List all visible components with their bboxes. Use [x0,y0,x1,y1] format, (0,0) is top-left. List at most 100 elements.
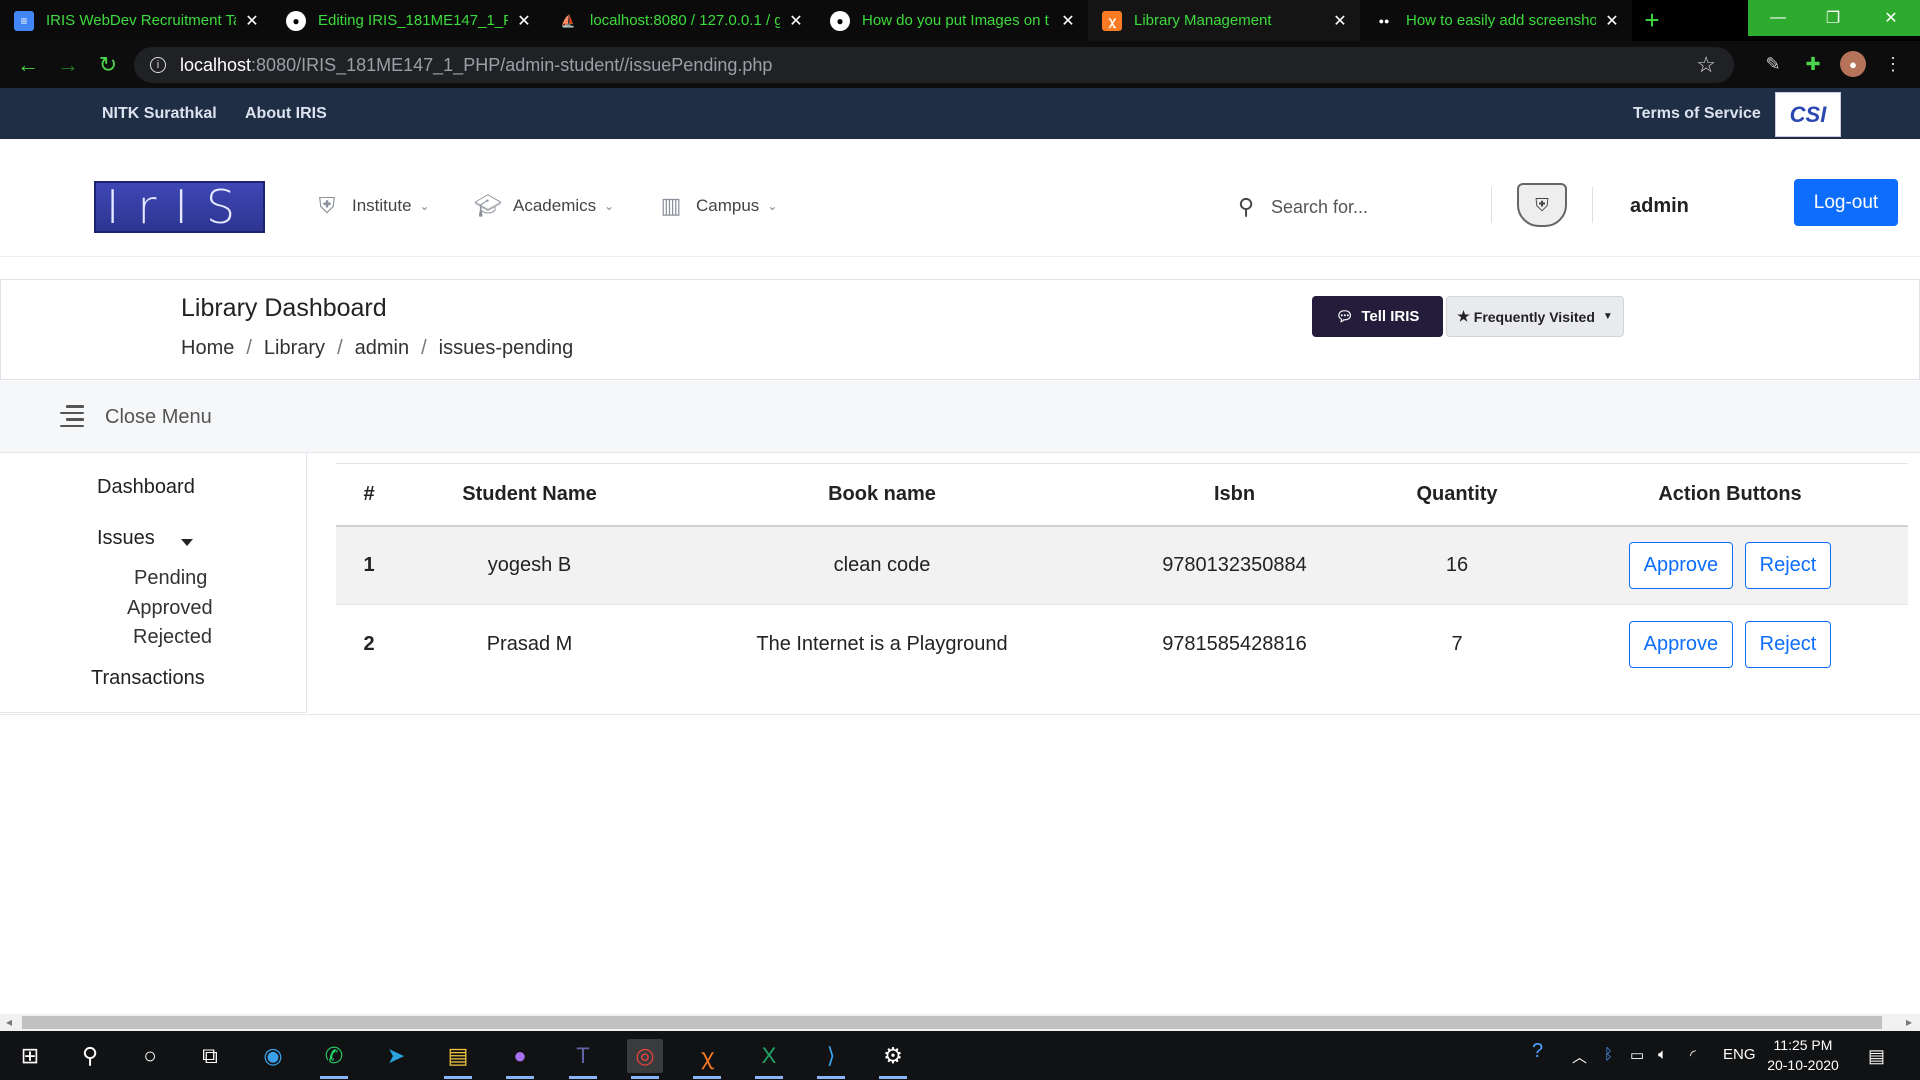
search-input[interactable] [1271,196,1471,218]
edge-icon[interactable]: ◉ [255,1039,291,1073]
hamburger-menu-icon[interactable] [60,405,84,427]
reject-button[interactable]: Reject [1744,541,1832,589]
username-label: admin [1630,195,1689,217]
csi-logo: CSI [1775,92,1841,137]
close-tab-icon[interactable]: ✕ [244,11,260,31]
scroll-right-icon[interactable]: ▸ [1906,1015,1912,1029]
battery-icon[interactable]: ▭ [1630,1046,1644,1064]
browser-tab[interactable]: ⛵ localhost:8080 / 127.0.0.1 / g ✕ [544,0,816,41]
sidebar-item-issues[interactable]: Issues [97,527,155,550]
browser-tab-active[interactable]: ꭓ Library Management ✕ [1088,0,1360,41]
vscode-icon[interactable]: ⟩ [813,1039,849,1079]
tell-iris-label: Tell IRIS [1361,308,1420,325]
puzzle-extensions-icon[interactable]: ✚ [1800,51,1826,77]
close-menu-toggle[interactable]: Close Menu [105,406,212,429]
breadcrumb-admin[interactable]: admin [355,337,409,360]
browser-tab[interactable]: ≡ IRIS WebDev Recruitment Ta ✕ [0,0,272,41]
settings-gear-icon[interactable]: ⚙ [875,1039,911,1079]
github-desktop-icon[interactable]: ● [502,1039,538,1079]
frequently-visited-label: Frequently Visited [1473,308,1595,325]
frequently-visited-dropdown[interactable]: ★ Frequently Visited ▼ [1446,296,1624,337]
google-docs-icon: ≡ [14,10,34,31]
cortana-icon[interactable]: ○ [132,1039,168,1073]
tell-iris-button[interactable]: 💬︎ Tell IRIS [1312,296,1443,337]
language-indicator[interactable]: ENG [1723,1046,1756,1063]
tray-chevron-up-icon[interactable]: ︿ [1572,1046,1587,1067]
url-path: :8080/IRIS_181ME147_1_PHP/admin-student/… [251,54,773,75]
reload-icon[interactable]: ↻ [94,51,122,79]
browser-tab[interactable]: ●● How to easily add screensho ✕ [1360,0,1632,41]
system-clock[interactable]: 11:25 PM 20-10-2020 [1763,1035,1843,1075]
site-info-icon[interactable]: i [150,57,166,73]
help-icon[interactable]: ? [1532,1040,1543,1063]
volume-icon[interactable]: 🔈︎ [1658,1046,1667,1063]
wifi-icon[interactable]: ◜ [1690,1046,1696,1064]
notifications-icon[interactable]: ▤ [1868,1046,1885,1067]
profile-avatar-icon[interactable]: ● [1840,51,1866,77]
forward-icon[interactable]: → [54,51,82,79]
logout-button[interactable]: Log-out [1794,179,1898,226]
minimize-window-button[interactable]: — [1748,0,1808,36]
file-explorer-icon[interactable]: ▤ [440,1039,476,1079]
nitk-surathkal-link[interactable]: NITK Surathkal [102,105,217,123]
close-tab-icon[interactable]: ✕ [788,11,804,31]
browser-menu-icon[interactable]: ⋮ [1880,51,1906,77]
back-icon[interactable]: ← [14,51,42,79]
reject-button[interactable]: Reject [1744,620,1832,668]
horizontal-scrollbar[interactable]: ◂ ▸ [0,1014,1920,1031]
scrollbar-thumb[interactable] [22,1016,1882,1029]
breadcrumb-home[interactable]: Home [181,337,234,360]
close-tab-icon[interactable]: ✕ [1060,11,1076,31]
excel-icon[interactable]: X [751,1039,787,1079]
browser-tab[interactable]: ● How do you put Images on t ✕ [816,0,1088,41]
terms-of-service-link[interactable]: Terms of Service [1633,105,1761,123]
search-box: ⚲ [1233,194,1471,220]
sidebar-subitem-approved[interactable]: Approved [127,597,213,620]
search-icon[interactable]: ⚲ [1233,194,1259,220]
sidebar: Dashboard Issues Pending Approved Reject… [0,453,307,713]
browser-tab[interactable]: ● Editing IRIS_181ME147_1_PH ✕ [272,0,544,41]
restore-window-button[interactable]: ❐ [1803,0,1863,36]
close-tab-icon[interactable]: ✕ [1604,11,1620,31]
pen-extension-icon[interactable]: ✎ [1760,51,1786,77]
task-view-icon[interactable]: ⧉ [192,1039,228,1073]
breadcrumb-library[interactable]: Library [264,337,325,360]
approve-button[interactable]: Approve [1628,541,1734,589]
chrome-icon[interactable]: ◎ [627,1039,663,1079]
nav-academics[interactable]: 🎓︎ Academics ⌄ [473,191,614,221]
close-tab-icon[interactable]: ✕ [1332,11,1348,31]
cell-student-name: Prasad M [402,604,657,684]
caret-down-icon[interactable] [181,539,193,546]
cell-actions: Approve Reject [1552,604,1908,684]
teams-icon[interactable]: T [565,1039,601,1079]
site-top-bar: NITK Surathkal About IRIS Terms of Servi… [0,88,1920,139]
bookmark-star-icon[interactable]: ☆ [1696,52,1716,78]
scroll-left-icon[interactable]: ◂ [6,1015,12,1029]
sidebar-item-dashboard[interactable]: Dashboard [97,476,195,499]
address-bar[interactable]: i localhost:8080/IRIS_181ME147_1_PHP/adm… [134,47,1734,83]
approve-button[interactable]: Approve [1628,620,1734,668]
graduation-cap-icon: 🎓︎ [474,193,502,218]
windows-start-icon[interactable]: ⊞ [12,1039,48,1073]
nav-campus[interactable]: ▥ Campus ⌄ [656,191,778,221]
sidebar-item-transactions[interactable]: Transactions [91,667,205,690]
sidebar-subitem-rejected[interactable]: Rejected [133,626,212,649]
xampp-icon[interactable]: ꭓ [689,1039,725,1079]
bluetooth-icon[interactable]: ᛒ [1604,1046,1613,1063]
iris-logo[interactable]: IrIS [94,180,265,234]
whatsapp-icon[interactable]: ✆ [316,1039,352,1079]
about-iris-link[interactable]: About IRIS [245,105,327,123]
telegram-icon[interactable]: ➤ [378,1039,414,1073]
cell-number: 2 [336,604,402,684]
sidebar-subitem-pending[interactable]: Pending [134,567,207,590]
tab-title: How to easily add screensho [1406,12,1596,29]
table-row: 1 yogesh B clean code 9780132350884 16 A… [336,525,1908,605]
header-divider [1491,187,1492,223]
new-tab-button[interactable]: + [1632,0,1672,41]
close-tab-icon[interactable]: ✕ [516,11,532,31]
search-icon[interactable]: ⚲ [72,1039,108,1073]
nav-institute[interactable]: ⛨ Institute ⌄ [312,191,430,221]
nav-institute-label: Institute [352,196,412,215]
github-icon: ● [830,10,850,31]
close-window-button[interactable]: ✕ [1862,0,1920,36]
